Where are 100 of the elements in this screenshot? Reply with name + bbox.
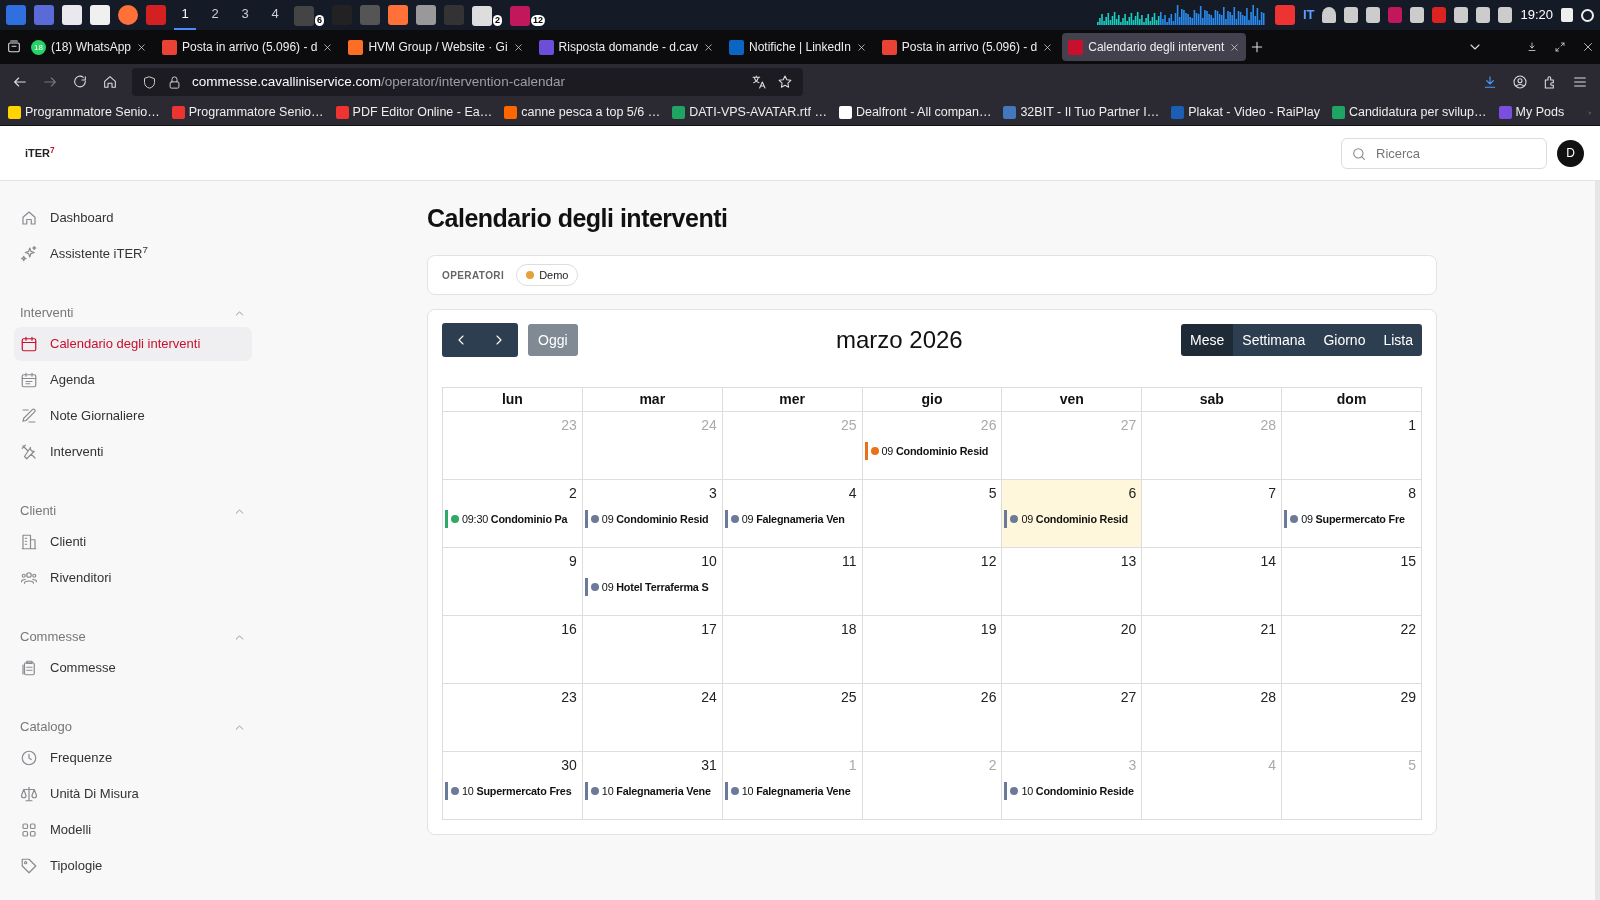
bookmark-link[interactable]: My Pods — [1515, 103, 1565, 122]
sidebar-item[interactable]: Frequenze — [14, 741, 252, 775]
day-number[interactable]: 30 — [445, 755, 580, 776]
day-number[interactable]: 25 — [724, 687, 860, 708]
bookmark-link[interactable]: Programmatore Senio… — [25, 103, 160, 122]
day-number[interactable]: 29 — [1284, 687, 1419, 708]
close-icon[interactable] — [136, 41, 148, 53]
day-number[interactable]: 8 — [1284, 483, 1419, 504]
day-number[interactable]: 10 — [584, 551, 720, 572]
bookmark-link[interactable]: PDF Editor Online - Ea… — [352, 103, 493, 122]
menu-icon[interactable] — [1572, 74, 1588, 90]
sidebar-item[interactable]: Dashboard — [14, 201, 252, 235]
view-tab[interactable]: Mese — [1181, 324, 1234, 356]
sidebar-item[interactable]: Calendario degli interventi — [14, 327, 252, 361]
browser-tab[interactable]: Notifiche | LinkedIn — [723, 33, 873, 61]
day-number[interactable]: 31 — [584, 755, 720, 776]
day-number[interactable]: 7 — [1144, 483, 1280, 504]
bookmark-link[interactable]: DATI-VPS-AVATAR.rtf … — [689, 103, 827, 122]
day-number[interactable]: 2 — [445, 483, 580, 504]
user-avatar[interactable]: D — [1557, 139, 1584, 167]
day-number[interactable]: 9 — [445, 551, 580, 572]
previous-button[interactable] — [442, 323, 480, 357]
day-number[interactable]: 22 — [1284, 619, 1419, 640]
day-number[interactable]: 5 — [864, 483, 1000, 504]
sidebar-item[interactable]: Interventi — [14, 435, 252, 469]
sidebar-item[interactable]: Tipologie — [14, 849, 252, 883]
browser-tab[interactable]: HVM Group / Website · Gi — [342, 33, 530, 61]
day-number[interactable]: 3 — [584, 483, 720, 504]
browser-tab[interactable]: Risposta domande - d.cav — [532, 33, 720, 61]
account-icon[interactable] — [1512, 74, 1528, 90]
calendar-event[interactable]: 10 Condominio Reside — [1004, 782, 1140, 800]
browser-tab[interactable]: Calendario degli intervent — [1062, 33, 1247, 61]
sidebar-item[interactable]: Commesse — [14, 651, 252, 685]
bookmark-link[interactable]: Candidatura per svilup… — [1348, 103, 1487, 122]
bookmark-link[interactable]: Dealfront - All compan… — [855, 103, 992, 122]
workspace-tab[interactable]: 2 — [204, 0, 226, 30]
day-number[interactable]: 12 — [864, 551, 1000, 572]
calendar-event[interactable]: 10 Supermercato Fres — [445, 782, 580, 800]
translate-icon[interactable] — [751, 74, 767, 90]
day-number[interactable]: 4 — [724, 483, 860, 504]
calendar-event[interactable]: 10 Falegnameria Vene — [724, 782, 860, 800]
sidebar-item[interactable]: Agenda — [14, 363, 252, 397]
scrollbar[interactable] — [1595, 181, 1600, 900]
calendar-event[interactable]: 09 Condominio Resid — [584, 510, 720, 528]
day-number[interactable]: 21 — [1144, 619, 1280, 640]
sidebar-item[interactable]: Rivenditori — [14, 561, 252, 595]
close-icon[interactable] — [703, 41, 714, 53]
day-number[interactable]: 11 — [724, 551, 860, 572]
day-number[interactable]: 26 — [864, 687, 1000, 708]
bookmark-link[interactable]: 32BIT - Il Tuo Partner I… — [1020, 103, 1160, 122]
close-icon[interactable] — [1229, 41, 1241, 53]
today-button[interactable]: Oggi — [528, 324, 578, 356]
sidebar-section-header[interactable]: Commesse — [14, 625, 252, 649]
view-tab[interactable]: Settimana — [1233, 324, 1315, 356]
calendar-event[interactable]: 09:30 Condominio Pa — [445, 510, 580, 528]
bookmark-link[interactable]: Programmatore Senio… — [188, 103, 324, 122]
home-icon[interactable] — [102, 74, 118, 90]
day-number[interactable]: 20 — [1004, 619, 1140, 640]
view-tab[interactable]: Giorno — [1314, 324, 1375, 356]
sidebar-item[interactable]: Unità Di Misura — [14, 777, 252, 811]
close-icon[interactable] — [1582, 41, 1594, 53]
bookmark-link[interactable]: canne pesca a top 5/6 … — [521, 103, 661, 122]
close-icon[interactable] — [512, 41, 524, 53]
calendar-event[interactable]: 09 Hotel Terraferma S — [584, 578, 720, 596]
day-number[interactable]: 6 — [1004, 483, 1140, 504]
sidebar-section-header[interactable]: Interventi — [14, 301, 252, 325]
day-number[interactable]: 24 — [584, 687, 720, 708]
app-logo[interactable]: iTER$^{7}$ — [25, 144, 55, 162]
calendar-event[interactable]: 09 Supermercato Fre — [1284, 510, 1419, 528]
calendar-event[interactable]: 09 Condominio Resid — [1004, 510, 1140, 528]
download-icon[interactable] — [1482, 74, 1498, 90]
day-number[interactable]: 28 — [1144, 687, 1280, 708]
calendar-event[interactable]: 10 Falegnameria Vene — [584, 782, 720, 800]
workspace-tab[interactable]: 3 — [234, 0, 256, 30]
calendar-event[interactable]: 09 Falegnameria Ven — [724, 510, 860, 528]
day-number[interactable]: 16 — [445, 619, 580, 640]
star-icon[interactable] — [777, 74, 793, 90]
view-tab[interactable]: Lista — [1374, 324, 1422, 356]
day-number[interactable]: 27 — [1004, 687, 1140, 708]
reload-icon[interactable] — [72, 74, 88, 90]
day-number[interactable]: 17 — [584, 619, 720, 640]
address-bar[interactable]: commesse.cavalliniservice.com/operator/intervention-calendar — [132, 68, 803, 96]
day-number[interactable]: 1 — [1284, 415, 1419, 436]
sidebar-section-header[interactable]: Catalogo — [14, 715, 252, 739]
day-number[interactable]: 15 — [1284, 551, 1419, 572]
tab-overview-icon[interactable] — [6, 39, 22, 55]
calendar-event[interactable]: 09 Condominio Resid — [864, 442, 1000, 460]
sidebar-item[interactable]: Clienti — [14, 525, 252, 559]
minimize-icon[interactable] — [1526, 41, 1538, 53]
close-icon[interactable] — [322, 41, 334, 53]
browser-tab[interactable]: 18 (18) WhatsApp — [25, 33, 154, 61]
next-button[interactable] — [480, 323, 518, 357]
browser-tab[interactable]: Posta in arrivo (5.096) - d — [875, 33, 1060, 61]
sidebar-section-header[interactable]: Clienti — [14, 499, 252, 523]
restore-icon[interactable] — [1554, 41, 1566, 53]
day-number[interactable]: 13 — [1004, 551, 1140, 572]
back-icon[interactable] — [12, 74, 28, 90]
day-number[interactable]: 14 — [1144, 551, 1280, 572]
day-number[interactable]: 18 — [724, 619, 860, 640]
browser-tab[interactable]: Posta in arrivo (5.096) - d — [156, 33, 340, 61]
